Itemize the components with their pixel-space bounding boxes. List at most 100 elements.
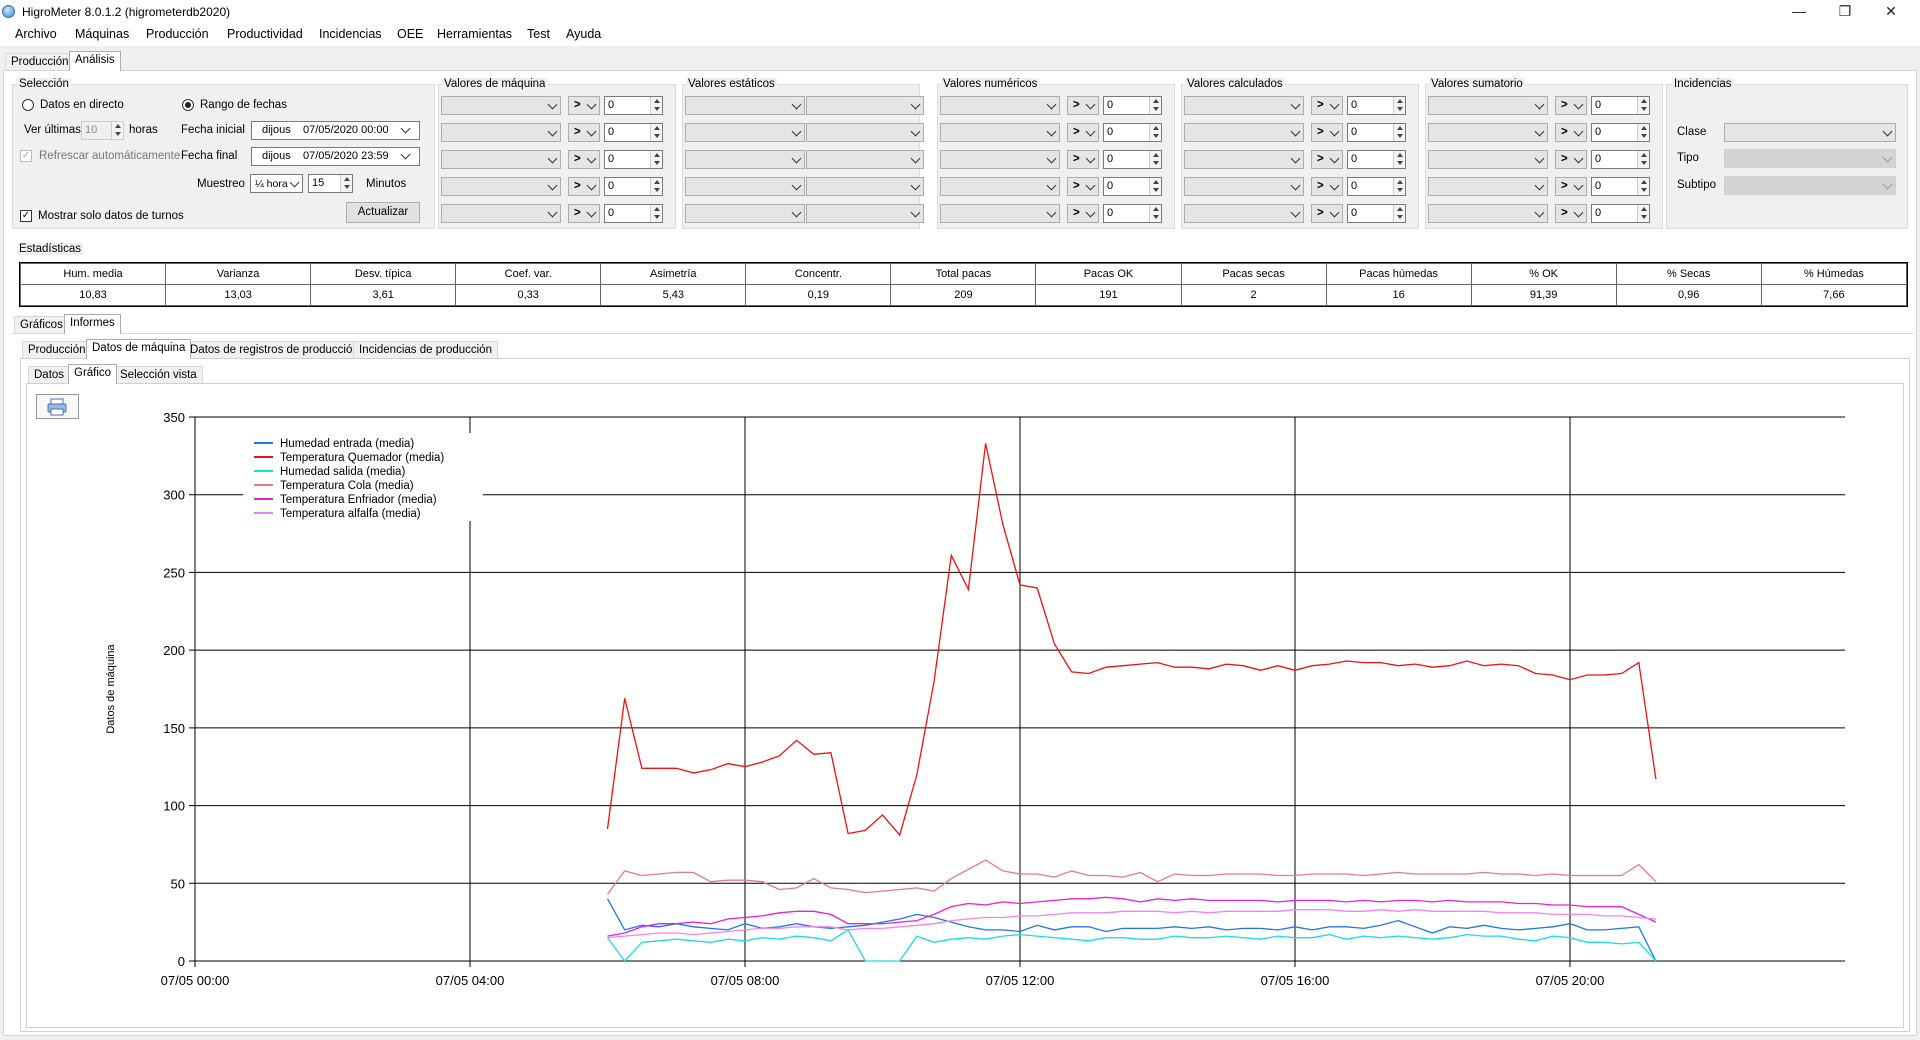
ver-ultimas-spinner[interactable]: 10 (81, 121, 124, 140)
tab-produccion[interactable]: Producción (5, 53, 75, 71)
spin-updown-icon[interactable] (1393, 205, 1405, 222)
static-value-select[interactable] (685, 123, 805, 142)
spin-updown-icon[interactable] (1149, 178, 1161, 195)
field-select[interactable] (1428, 204, 1548, 223)
spin-updown-icon[interactable] (1637, 151, 1649, 168)
menu-herramientas[interactable]: Herramientas (437, 27, 512, 41)
threshold-spinner[interactable]: 0 (604, 123, 663, 142)
threshold-spinner[interactable]: 0 (604, 96, 663, 115)
tab-informe-produccion[interactable]: Producción (22, 341, 92, 359)
tab-datos-registros[interactable]: Datos de registros de producción (184, 341, 365, 359)
tab-datos-maquina[interactable]: Datos de máquina (86, 339, 192, 359)
field-select[interactable] (1184, 204, 1304, 223)
menu-archivo[interactable]: Archivo (15, 27, 57, 41)
minimize-button[interactable]: — (1776, 0, 1822, 24)
operator-select[interactable]: > (1555, 177, 1587, 196)
spin-updown-icon[interactable] (1637, 124, 1649, 141)
spin-updown-icon[interactable] (340, 175, 352, 192)
field-select[interactable] (940, 204, 1060, 223)
spin-updown-icon[interactable] (650, 124, 662, 141)
restore-button[interactable]: ❐ (1822, 0, 1868, 24)
operator-select[interactable]: > (568, 96, 600, 115)
fecha-final-picker[interactable]: dijous 07/05/2020 23:59 (251, 147, 420, 166)
field-select[interactable] (940, 123, 1060, 142)
operator-select[interactable]: > (1555, 150, 1587, 169)
spin-updown-icon[interactable] (1149, 97, 1161, 114)
operator-select[interactable]: > (1555, 204, 1587, 223)
operator-select[interactable]: > (1067, 150, 1099, 169)
spin-updown-icon[interactable] (1637, 205, 1649, 222)
tab-datos[interactable]: Datos (28, 366, 71, 384)
spin-updown-icon[interactable] (1637, 178, 1649, 195)
operator-select[interactable]: > (1555, 96, 1587, 115)
field-select[interactable] (1428, 123, 1548, 142)
menu-productividad[interactable]: Productividad (227, 27, 303, 41)
spin-updown-icon[interactable] (1393, 124, 1405, 141)
fecha-inicial-picker[interactable]: dijous 07/05/2020 00:00 (251, 121, 420, 140)
spin-updown-icon[interactable] (111, 122, 123, 139)
field-select[interactable] (1428, 150, 1548, 169)
operator-select[interactable]: > (568, 150, 600, 169)
spin-updown-icon[interactable] (1393, 151, 1405, 168)
threshold-spinner[interactable]: 0 (1347, 96, 1406, 115)
menu-produccion[interactable]: Producción (146, 27, 209, 41)
threshold-spinner[interactable]: 0 (1347, 204, 1406, 223)
menu-ayuda[interactable]: Ayuda (566, 27, 601, 41)
threshold-spinner[interactable]: 0 (1591, 177, 1650, 196)
operator-select[interactable]: > (1067, 204, 1099, 223)
operator-select[interactable]: > (1067, 96, 1099, 115)
actualizar-button[interactable]: Actualizar (346, 202, 420, 223)
threshold-spinner[interactable]: 0 (1591, 150, 1650, 169)
clase-select[interactable] (1724, 123, 1896, 142)
refrescar-checkbox[interactable]: ✓ (20, 150, 32, 162)
operator-select[interactable]: > (1067, 177, 1099, 196)
static-value-select[interactable] (685, 96, 805, 115)
menu-oee[interactable]: OEE (397, 27, 423, 41)
spin-updown-icon[interactable] (1393, 178, 1405, 195)
operator-select[interactable]: > (568, 123, 600, 142)
operator-select[interactable]: > (1311, 123, 1343, 142)
static-value-select[interactable] (806, 123, 924, 142)
operator-select[interactable]: > (568, 204, 600, 223)
threshold-spinner[interactable]: 0 (1347, 123, 1406, 142)
spin-updown-icon[interactable] (1149, 124, 1161, 141)
tab-analisis[interactable]: Análisis (69, 51, 121, 71)
threshold-spinner[interactable]: 0 (1103, 150, 1162, 169)
spin-updown-icon[interactable] (650, 205, 662, 222)
static-value-select[interactable] (806, 204, 924, 223)
field-select[interactable] (940, 150, 1060, 169)
threshold-spinner[interactable]: 0 (1103, 96, 1162, 115)
field-select[interactable] (441, 204, 561, 223)
threshold-spinner[interactable]: 0 (1347, 177, 1406, 196)
threshold-spinner[interactable]: 0 (1591, 204, 1650, 223)
minutos-spinner[interactable]: 15 (308, 174, 353, 193)
tab-grafico[interactable]: Gráfico (68, 364, 118, 384)
spin-updown-icon[interactable] (650, 151, 662, 168)
field-select[interactable] (1184, 150, 1304, 169)
threshold-spinner[interactable]: 0 (604, 204, 663, 223)
tab-incidencias-produccion[interactable]: Incidencias de producción (353, 341, 498, 359)
threshold-spinner[interactable]: 0 (1103, 177, 1162, 196)
spin-updown-icon[interactable] (650, 97, 662, 114)
spin-updown-icon[interactable] (1149, 205, 1161, 222)
threshold-spinner[interactable]: 0 (1103, 123, 1162, 142)
threshold-spinner[interactable]: 0 (604, 150, 663, 169)
field-select[interactable] (1184, 96, 1304, 115)
spin-updown-icon[interactable] (1637, 97, 1649, 114)
operator-select[interactable]: > (1311, 177, 1343, 196)
operator-select[interactable]: > (1067, 123, 1099, 142)
field-select[interactable] (441, 96, 561, 115)
spin-updown-icon[interactable] (650, 178, 662, 195)
menu-incidencias[interactable]: Incidencias (319, 27, 382, 41)
operator-select[interactable]: > (1311, 150, 1343, 169)
operator-select[interactable]: > (1311, 204, 1343, 223)
static-value-select[interactable] (806, 96, 924, 115)
close-button[interactable]: ✕ (1868, 0, 1914, 24)
subtipo-select[interactable] (1724, 176, 1896, 195)
threshold-spinner[interactable]: 0 (1591, 123, 1650, 142)
field-select[interactable] (441, 177, 561, 196)
menu-maquinas[interactable]: Máquinas (75, 27, 129, 41)
field-select[interactable] (940, 177, 1060, 196)
threshold-spinner[interactable]: 0 (1347, 150, 1406, 169)
static-value-select[interactable] (806, 150, 924, 169)
